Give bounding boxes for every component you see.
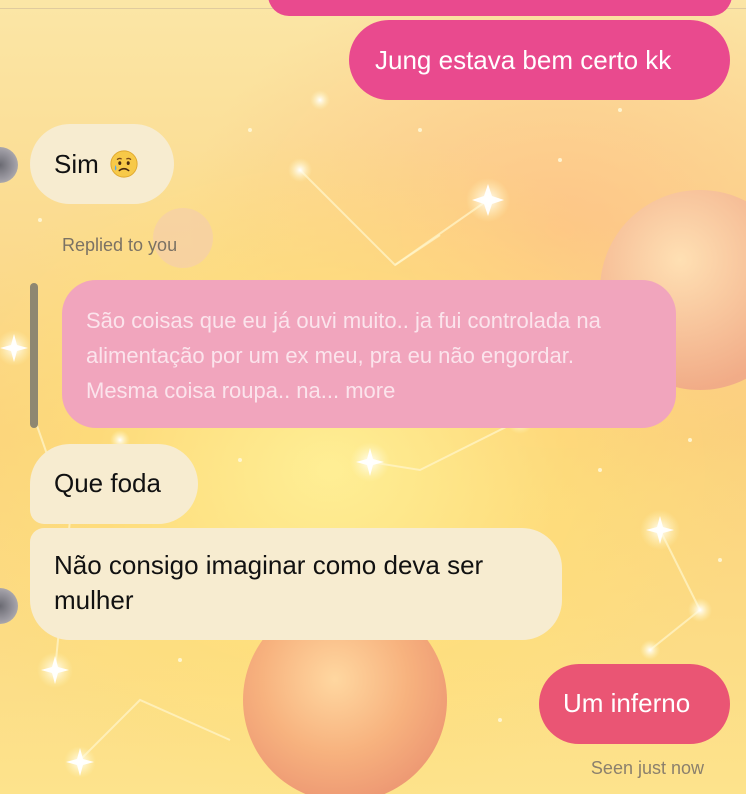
quoted-message-text: São coisas que eu já ouvi muito.. ja fui…	[86, 308, 601, 403]
message-text: Que foda	[54, 468, 161, 498]
seen-status: Seen just now	[590, 758, 704, 778]
reply-indicator-bar	[30, 283, 38, 428]
incoming-message-bubble[interactable]: Sim	[30, 124, 174, 204]
message-text: Jung estava bem certo kk	[375, 45, 672, 75]
previous-message-bubble[interactable]	[268, 0, 732, 16]
message-text: Sim	[54, 148, 99, 179]
incoming-message-bubble[interactable]: Que foda	[30, 444, 198, 524]
avatar[interactable]	[0, 147, 18, 183]
message-text: Não consigo imaginar como deva ser mulhe…	[54, 550, 484, 615]
quoted-reply-message[interactable]: São coisas que eu já ouvi muito.. ja fui…	[62, 280, 676, 428]
message-text: Um inferno	[563, 688, 691, 718]
outgoing-message-bubble[interactable]: Jung estava bem certo kk	[349, 20, 730, 100]
sad-but-relieved-face-icon	[110, 150, 138, 178]
outgoing-message-bubble[interactable]: Um inferno	[539, 664, 730, 744]
incoming-message-bubble[interactable]: Não consigo imaginar como deva ser mulhe…	[30, 528, 562, 640]
avatar[interactable]	[0, 588, 18, 624]
replied-to-label: Replied to you	[62, 235, 178, 255]
